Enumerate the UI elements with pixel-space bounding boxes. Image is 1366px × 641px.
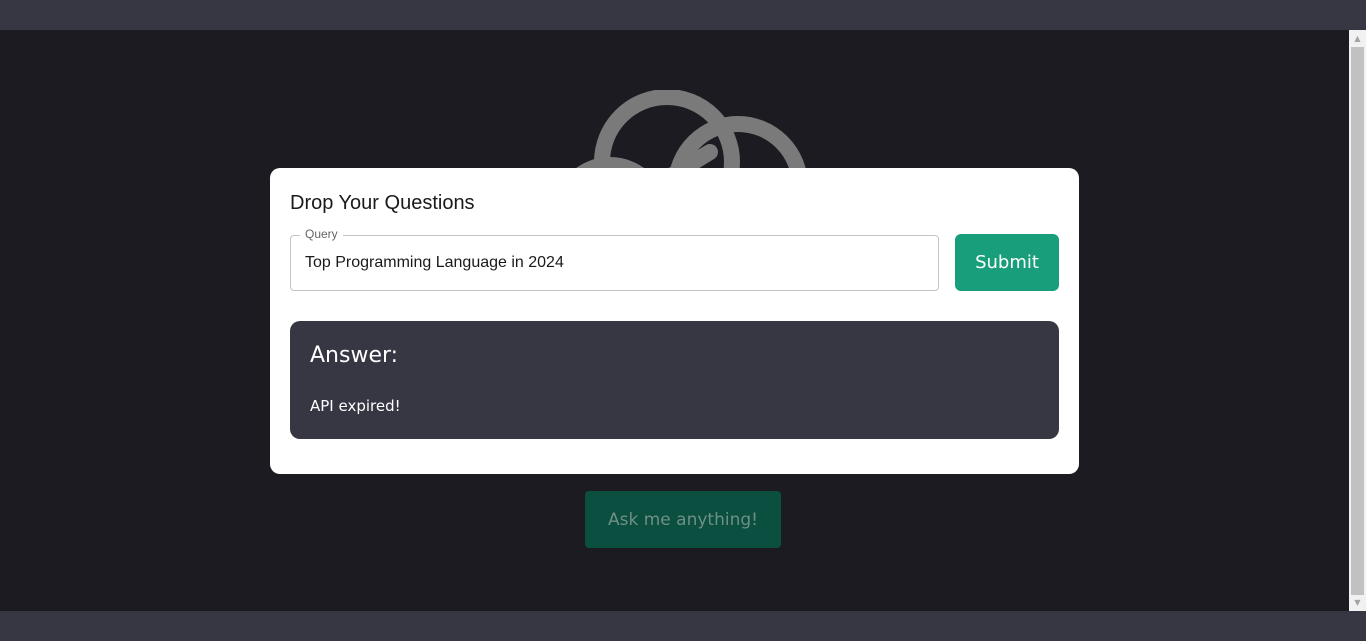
bottom-bar: [0, 611, 1366, 641]
ask-me-anything-button[interactable]: Ask me anything!: [585, 491, 781, 548]
submit-button[interactable]: Submit: [955, 234, 1059, 291]
top-bar: [0, 0, 1366, 30]
answer-text: API expired!: [310, 397, 401, 415]
vertical-scrollbar[interactable]: ▲ ▼: [1349, 30, 1366, 611]
answer-panel: Answer: API expired!: [290, 321, 1059, 439]
query-input[interactable]: [291, 236, 938, 290]
question-dialog: Drop Your Questions Query Submit Answer:…: [270, 168, 1079, 474]
scrollbar-thumb[interactable]: [1351, 47, 1364, 595]
answer-heading: Answer:: [310, 343, 399, 368]
query-field[interactable]: Query: [290, 227, 939, 291]
dialog-title: Drop Your Questions: [290, 192, 475, 214]
scroll-up-arrow-icon[interactable]: ▲: [1349, 30, 1366, 47]
scroll-down-arrow-icon[interactable]: ▼: [1349, 594, 1366, 611]
